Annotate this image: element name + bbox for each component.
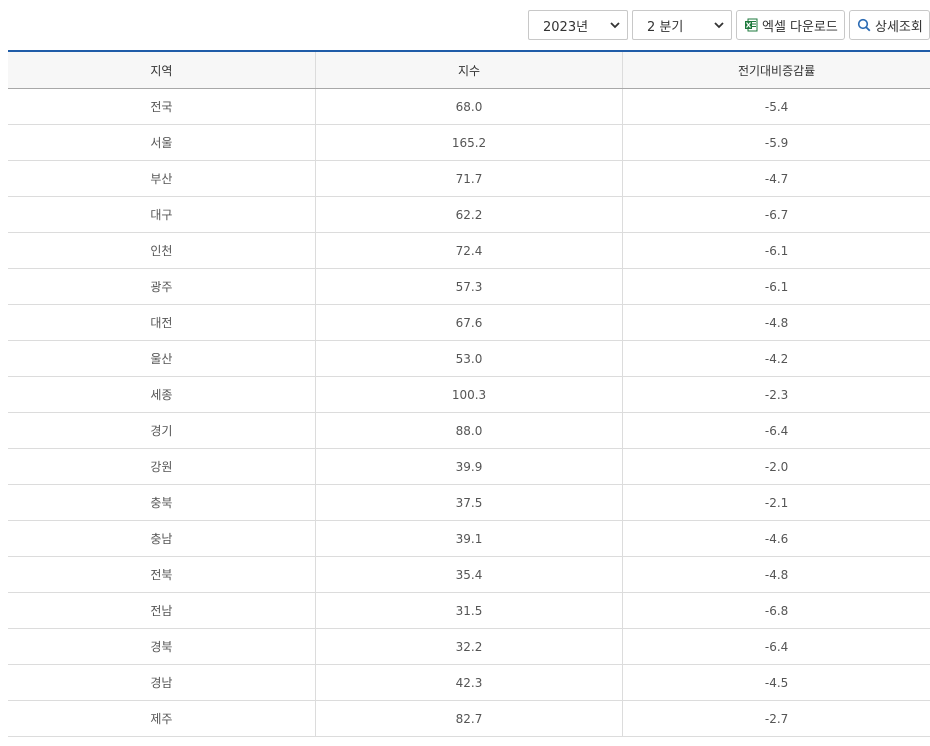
table-body: 전국 68.0 -5.4 서울 165.2 -5.9 부산 71.7 -4.7 대구 62.2…: [8, 88, 930, 737]
cell-region: 경기: [8, 412, 316, 449]
cell-region: 전국: [8, 88, 316, 125]
cell-region: 경남: [8, 664, 316, 701]
cell-region: 대구: [8, 196, 316, 233]
cell-change-rate: -5.4: [622, 88, 930, 125]
cell-region: 세종: [8, 376, 316, 413]
cell-index: 62.2: [314, 196, 623, 233]
cell-change-rate: -4.6: [622, 520, 930, 557]
cell-change-rate: -6.8: [622, 592, 930, 629]
column-header-change-rate: 전기대비증감률: [622, 51, 930, 89]
table-row: 경기 88.0 -6.4: [8, 412, 930, 449]
table-row: 충북 37.5 -2.1: [8, 484, 930, 521]
cell-index: 39.1: [314, 520, 623, 557]
cell-index: 35.4: [314, 556, 623, 593]
cell-index: 42.3: [314, 664, 623, 701]
cell-change-rate: -4.8: [622, 304, 930, 341]
cell-region: 충북: [8, 484, 316, 521]
table-row: 경남 42.3 -4.5: [8, 664, 930, 701]
detail-search-label: 상세조회: [875, 19, 923, 35]
cell-change-rate: -6.4: [622, 628, 930, 665]
cell-index: 72.4: [314, 232, 623, 269]
table-row: 세종 100.3 -2.3: [8, 376, 930, 413]
table-row: 충남 39.1 -4.6: [8, 520, 930, 557]
table-row: 전국 68.0 -5.4: [8, 88, 930, 125]
cell-change-rate: -6.4: [622, 412, 930, 449]
cell-change-rate: -4.8: [622, 556, 930, 593]
cell-change-rate: -6.1: [622, 232, 930, 269]
table-row: 부산 71.7 -4.7: [8, 160, 930, 197]
cell-region: 서울: [8, 124, 316, 161]
cell-region: 부산: [8, 160, 316, 197]
table-row: 울산 53.0 -4.2: [8, 340, 930, 377]
cell-region: 강원: [8, 448, 316, 485]
cell-change-rate: -2.1: [622, 484, 930, 521]
table-row: 광주 57.3 -6.1: [8, 268, 930, 305]
cell-region: 경북: [8, 628, 316, 665]
excel-icon: [745, 18, 758, 32]
cell-region: 울산: [8, 340, 316, 377]
quarter-select-value: 2 분기: [647, 19, 684, 35]
cell-index: 82.7: [314, 700, 623, 737]
excel-download-button[interactable]: 엑셀 다운로드: [736, 10, 845, 40]
cell-index: 32.2: [314, 628, 623, 665]
cell-region: 제주: [8, 700, 316, 737]
cell-region: 대전: [8, 304, 316, 341]
search-icon: [857, 18, 871, 32]
table-header-row: 지역 지수 전기대비증감률: [8, 51, 930, 89]
cell-index: 53.0: [314, 340, 623, 377]
cell-region: 광주: [8, 268, 316, 305]
excel-download-label: 엑셀 다운로드: [762, 19, 838, 35]
year-select[interactable]: 2023년: [528, 10, 628, 40]
cell-index: 100.3: [314, 376, 623, 413]
cell-change-rate: -2.3: [622, 376, 930, 413]
data-table-container: 지역 지수 전기대비증감률 전국 68.0 -5.4 서울 165.2 -5.9 부산 7…: [8, 50, 930, 737]
cell-region: 인천: [8, 232, 316, 269]
cell-region: 충남: [8, 520, 316, 557]
cell-index: 37.5: [314, 484, 623, 521]
toolbar: 2023년 2 분기 엑셀 다운로드 상세조회: [528, 10, 930, 40]
cell-index: 57.3: [314, 268, 623, 305]
cell-change-rate: -2.0: [622, 448, 930, 485]
quarter-select[interactable]: 2 분기: [632, 10, 732, 40]
table-row: 제주 82.7 -2.7: [8, 700, 930, 737]
column-header-region: 지역: [8, 51, 316, 89]
cell-index: 39.9: [314, 448, 623, 485]
cell-index: 71.7: [314, 160, 623, 197]
cell-change-rate: -4.2: [622, 340, 930, 377]
chevron-down-icon: [610, 22, 620, 29]
regional-index-table: 지역 지수 전기대비증감률 전국 68.0 -5.4 서울 165.2 -5.9 부산 7…: [8, 50, 930, 737]
table-row: 대구 62.2 -6.7: [8, 196, 930, 233]
table-row: 전남 31.5 -6.8: [8, 592, 930, 629]
table-row: 전북 35.4 -4.8: [8, 556, 930, 593]
year-select-value: 2023년: [543, 19, 589, 35]
cell-region: 전북: [8, 556, 316, 593]
cell-change-rate: -5.9: [622, 124, 930, 161]
cell-index: 165.2: [314, 124, 623, 161]
table-row: 강원 39.9 -2.0: [8, 448, 930, 485]
column-header-index: 지수: [314, 51, 623, 89]
table-row: 대전 67.6 -4.8: [8, 304, 930, 341]
cell-index: 88.0: [314, 412, 623, 449]
cell-change-rate: -6.7: [622, 196, 930, 233]
table-row: 경북 32.2 -6.4: [8, 628, 930, 665]
detail-search-button[interactable]: 상세조회: [849, 10, 930, 40]
table-row: 서울 165.2 -5.9: [8, 124, 930, 161]
cell-change-rate: -6.1: [622, 268, 930, 305]
table-row: 인천 72.4 -6.1: [8, 232, 930, 269]
cell-change-rate: -4.7: [622, 160, 930, 197]
cell-index: 68.0: [314, 88, 623, 125]
cell-region: 전남: [8, 592, 316, 629]
cell-index: 31.5: [314, 592, 623, 629]
cell-index: 67.6: [314, 304, 623, 341]
chevron-down-icon: [714, 22, 724, 29]
cell-change-rate: -4.5: [622, 664, 930, 701]
cell-change-rate: -2.7: [622, 700, 930, 737]
